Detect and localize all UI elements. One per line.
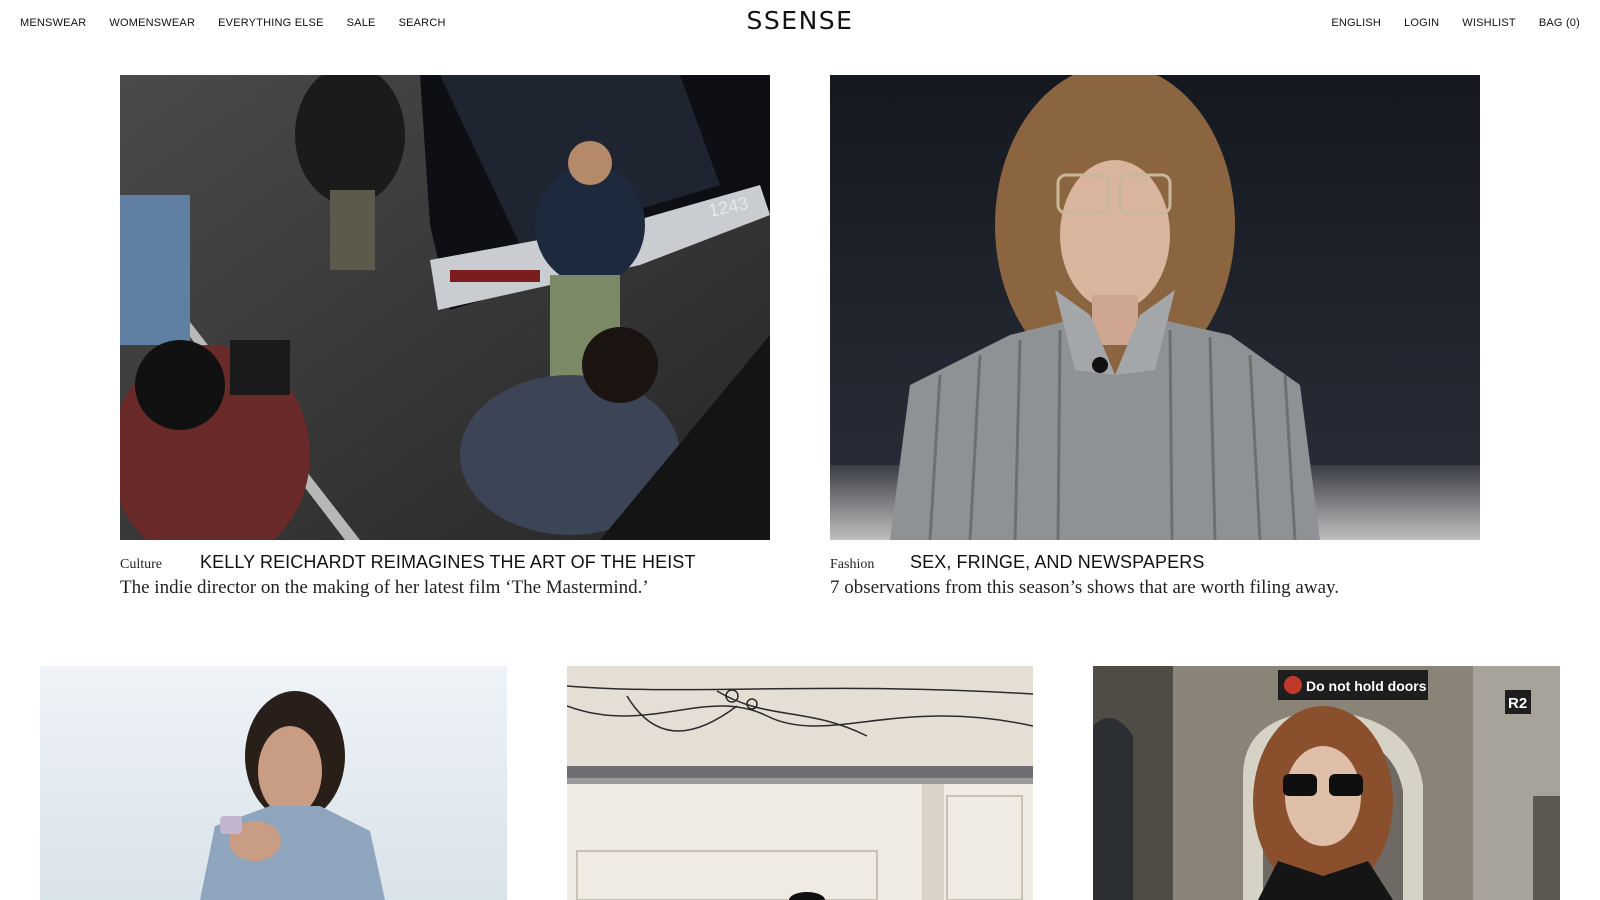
article-image-building-wires[interactable] [567, 666, 1033, 900]
site-header: MENSWEAR WOMENSWEAR EVERYTHING ELSE SALE… [0, 0, 1600, 48]
login-link[interactable]: LOGIN [1404, 17, 1439, 29]
article-caption-2: Fashion SEX, FRINGE, AND NEWSPAPERS 7 ob… [830, 552, 1490, 599]
article-headline[interactable]: SEX, FRINGE, AND NEWSPAPERS [910, 552, 1204, 573]
language-link[interactable]: ENGLISH [1331, 17, 1381, 29]
article-category[interactable]: Culture [120, 557, 200, 573]
subway-car-label: R2 [1508, 695, 1527, 712]
article-image-runway-model[interactable] [830, 75, 1480, 540]
article-image-woman-portrait[interactable] [40, 666, 507, 900]
article-image-film-set[interactable]: 1243 [120, 75, 770, 540]
article-dek[interactable]: 7 observations from this season’s shows … [830, 577, 1490, 599]
article-headline[interactable]: KELLY REICHARDT REIMAGINES THE ART OF TH… [200, 552, 696, 573]
bag-link[interactable]: BAG (0) [1539, 17, 1580, 29]
account-nav: ENGLISH LOGIN WISHLIST BAG (0) [1308, 17, 1580, 29]
subway-sign-text: Do not hold doors [1306, 678, 1427, 694]
article-image-subway-portrait[interactable]: Do not hold doors R2 [1093, 666, 1560, 900]
article-category[interactable]: Fashion [830, 557, 910, 573]
article-dek[interactable]: The indie director on the making of her … [120, 577, 780, 599]
article-caption-1: Culture KELLY REICHARDT REIMAGINES THE A… [120, 552, 780, 599]
wishlist-link[interactable]: WISHLIST [1462, 17, 1516, 29]
